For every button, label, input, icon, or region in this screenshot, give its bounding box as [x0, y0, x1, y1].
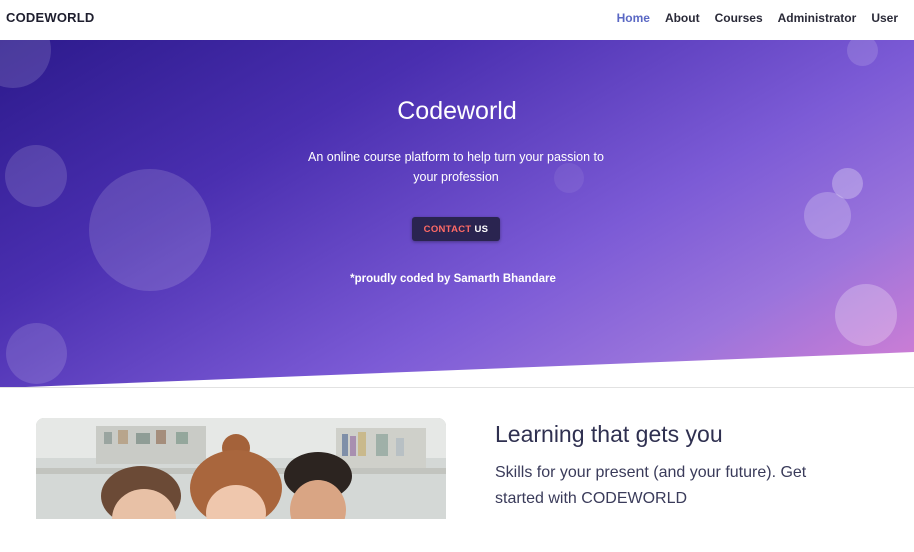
nav-link-user[interactable]: User — [871, 11, 898, 25]
nav-link-home[interactable]: Home — [617, 11, 650, 25]
brand-logo[interactable]: CODEWORLD — [6, 10, 94, 25]
page: CODEWORLD Home About Courses Administrat… — [0, 0, 914, 552]
top-navbar: CODEWORLD Home About Courses Administrat… — [0, 0, 914, 40]
hero-section: Codeworld An online course platform to h… — [0, 40, 914, 388]
section-divider — [0, 387, 914, 388]
hero-subtitle: An online course platform to help turn y… — [307, 150, 604, 184]
students-illustration — [36, 418, 446, 519]
contact-button-label-part2: US — [474, 223, 489, 235]
nav-links: Home About Courses Administrator User — [617, 11, 898, 25]
hero-bottom-wave — [0, 352, 914, 388]
contact-button-label-part1: CONTACT — [423, 223, 472, 235]
hero-title: Codeworld — [397, 97, 517, 125]
hero-credit: *proudly coded by Samarth Bhandare — [350, 273, 556, 285]
feature-text: Skills for your present (and your future… — [495, 464, 807, 507]
nav-link-about[interactable]: About — [665, 11, 700, 25]
feature-title: Learning that gets you — [495, 421, 723, 447]
nav-link-courses[interactable]: Courses — [715, 11, 763, 25]
contact-us-button[interactable]: CONTACT US — [412, 217, 500, 241]
nav-link-administrator[interactable]: Administrator — [778, 11, 857, 25]
students-photo — [36, 418, 446, 519]
